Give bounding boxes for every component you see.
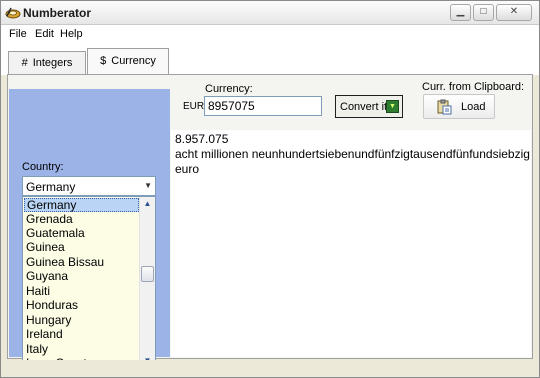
result-number: 8.957.075 (175, 132, 229, 146)
list-scrollbar[interactable]: ▲ ▼ (139, 197, 155, 368)
menu-bar: File Edit Help (1, 25, 539, 44)
tab-integers-label: Integers (32, 57, 73, 69)
currency-label: Currency: (205, 83, 253, 95)
country-combobox[interactable]: Germany ▼ (22, 176, 156, 196)
minimize-button[interactable]: ▁ (450, 4, 471, 21)
amount-input[interactable] (204, 96, 322, 116)
app-window: Numberator ▁ □ ✕ File Edit Help # Integer… (0, 0, 540, 378)
result-words: acht millionen neunhundertsiebenundfünfz… (175, 147, 530, 161)
tab-strip: # Integers $ Currency (1, 44, 539, 75)
close-icon: ✕ (509, 6, 519, 17)
list-item[interactable]: Hungary (24, 313, 139, 327)
menu-edit[interactable]: Edit (35, 28, 54, 40)
list-item-selected[interactable]: Germany (24, 198, 139, 212)
dollar-icon: $ (100, 55, 107, 67)
currency-panel: Country: Germany ▼ Germany Grenada Guate… (7, 74, 533, 369)
list-item[interactable]: Ireland (24, 327, 139, 341)
maximize-button[interactable]: □ (473, 4, 494, 21)
list-item[interactable]: Guatemala (24, 226, 139, 240)
hash-icon: # (21, 57, 28, 69)
tab-integers[interactable]: # Integers (8, 51, 86, 75)
load-button[interactable]: Load (423, 94, 495, 119)
convert-button[interactable]: Convert it ▼ (335, 95, 403, 118)
country-combobox-value: Germany (26, 180, 76, 194)
country-side-panel: Country: Germany ▼ Germany Grenada Guate… (9, 89, 170, 369)
clipboard-icon (437, 99, 452, 115)
tab-currency[interactable]: $ Currency (87, 48, 169, 75)
maximize-icon: □ (480, 6, 487, 17)
list-item[interactable]: Guyana (24, 269, 139, 283)
menu-help[interactable]: Help (60, 28, 83, 40)
list-item[interactable]: Grenada (24, 212, 139, 226)
convert-button-label: Convert it (340, 101, 388, 113)
list-item[interactable]: Honduras (24, 298, 139, 312)
list-item[interactable]: Guinea (24, 240, 139, 254)
close-button[interactable]: ✕ (496, 4, 532, 21)
window-title: Numberator (23, 6, 92, 20)
result-output[interactable]: 8.957.075 acht millionen neunhundertsieb… (171, 130, 531, 357)
country-listbox[interactable]: Germany Grenada Guatemala Guinea Guinea … (22, 196, 156, 369)
list-item[interactable]: Italy (24, 342, 139, 356)
list-item[interactable]: Guinea Bissau (24, 255, 139, 269)
minimize-icon: ▁ (456, 6, 465, 17)
numberator-logo-icon (5, 7, 21, 19)
scroll-thumb[interactable] (141, 266, 154, 282)
currency-code-label: EUR (183, 101, 205, 112)
clipboard-label: Curr. from Clipboard: (422, 81, 525, 93)
title-bar[interactable]: Numberator ▁ □ ✕ (1, 1, 539, 25)
country-label: Country: (22, 161, 64, 173)
status-bar (1, 360, 539, 377)
list-item[interactable]: Haiti (24, 284, 139, 298)
arrow-down-icon: ▼ (386, 100, 399, 113)
scroll-up-arrow-icon[interactable]: ▲ (140, 197, 155, 211)
load-button-label: Load (461, 101, 486, 113)
chevron-down-icon[interactable]: ▼ (144, 181, 152, 190)
menu-file[interactable]: File (9, 28, 27, 40)
tab-currency-label: Currency (111, 55, 156, 67)
result-unit: euro (175, 162, 200, 176)
